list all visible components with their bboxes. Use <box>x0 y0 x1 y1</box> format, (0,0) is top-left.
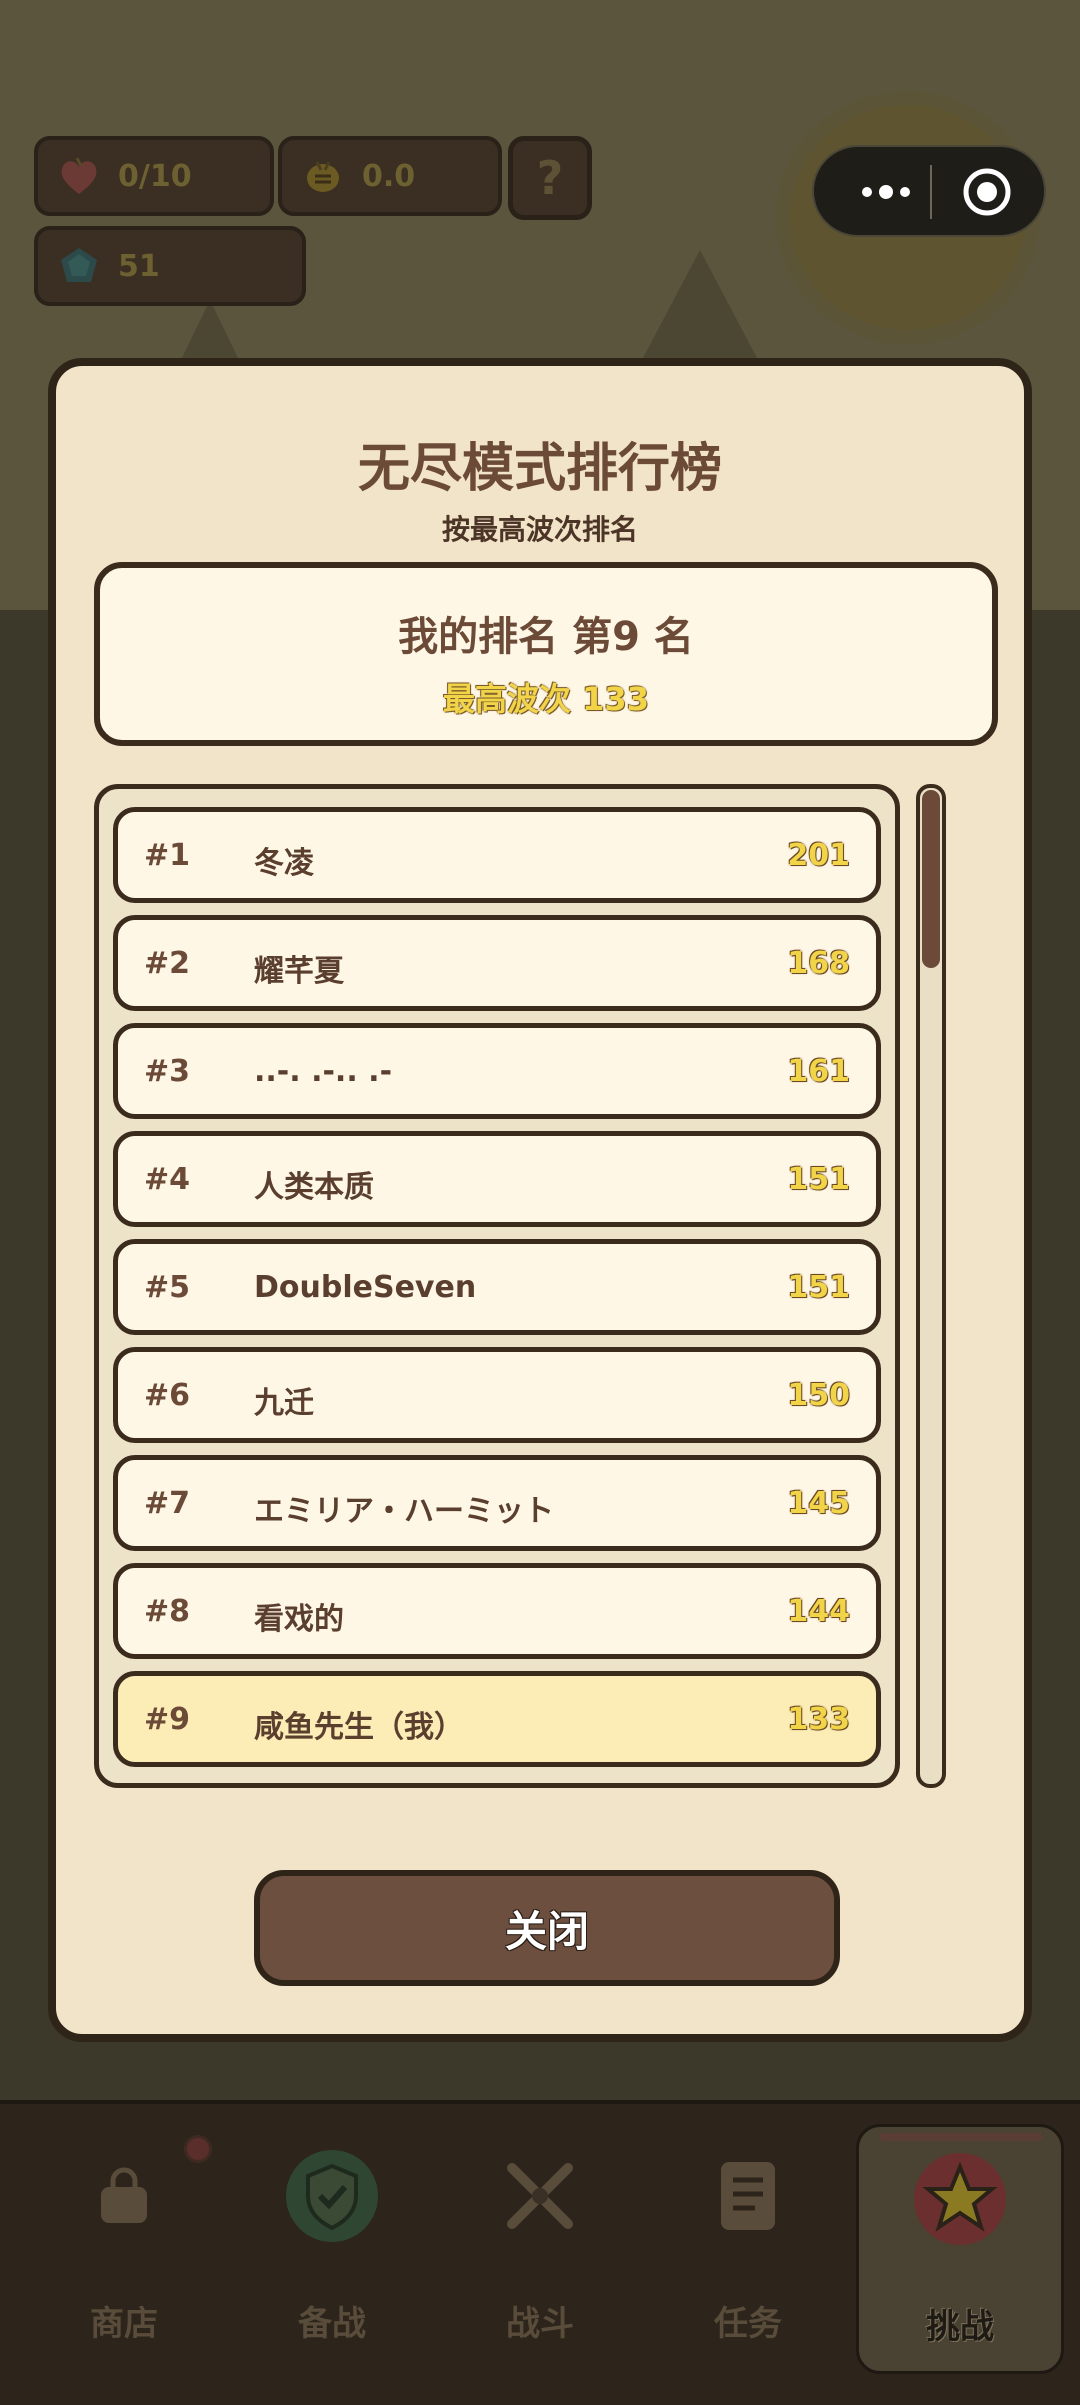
gems-counter: 51 <box>34 226 306 306</box>
more-dots-icon[interactable] <box>846 167 926 217</box>
nav-item-challenge[interactable]: 挑战 <box>856 2124 1064 2374</box>
miniprogram-capsule <box>812 145 1046 237</box>
help-label: ? <box>536 151 564 205</box>
row-rank: #6 <box>144 1378 191 1413</box>
crossed-swords-icon <box>490 2146 590 2246</box>
row-player-name: エミリア・ハーミット <box>254 1494 554 1529</box>
hearts-counter: 0/10 <box>34 136 274 216</box>
row-rank: #4 <box>144 1162 191 1197</box>
row-rank: #3 <box>144 1054 191 1089</box>
task-list-icon <box>698 2146 798 2246</box>
row-player-name: 人类本质 <box>254 1170 374 1205</box>
nav-label-prepare: 备战 <box>298 2304 366 2344</box>
nav-label-tasks: 任务 <box>714 2304 782 2344</box>
close-button[interactable]: 关闭 <box>254 1870 840 1986</box>
leaderboard-row: #7 エミリア・ハーミット 145 <box>113 1455 881 1551</box>
row-rank: #7 <box>144 1486 191 1521</box>
row-rank: #1 <box>144 838 191 873</box>
hearts-value: 0/10 <box>118 158 192 194</box>
row-score: 133 <box>787 1702 850 1737</box>
leaderboard-modal: 无尽模式排行榜 按最高波次排名 我的排名 第9 名 最高波次 133 #1 冬凌… <box>48 358 1032 2042</box>
active-indicator <box>879 2133 1043 2141</box>
my-rank-card: 我的排名 第9 名 最高波次 133 <box>94 562 998 746</box>
nav-item-battle[interactable]: 战斗 <box>436 2124 644 2374</box>
heart-icon <box>56 153 102 199</box>
nav-label-shop: 商店 <box>90 2304 158 2344</box>
leaderboard-row: #4 人类本质 151 <box>113 1131 881 1227</box>
row-rank: #9 <box>144 1702 191 1737</box>
my-rank-text: 我的排名 第9 名 <box>398 614 694 660</box>
scrollbar-thumb[interactable] <box>922 790 940 968</box>
shop-bag-icon <box>74 2146 174 2246</box>
leaderboard-row: #1 冬凌 201 <box>113 807 881 903</box>
leaderboard-row-me: #9 咸鱼先生（我） 133 <box>113 1671 881 1767</box>
coins-value: 0.0 <box>362 158 416 194</box>
shield-check-icon <box>282 2146 382 2246</box>
modal-subtitle: 按最高波次排名 <box>441 513 638 546</box>
bottom-nav: 商店 备战 战斗 任务 挑战 <box>0 2100 1080 2405</box>
row-player-name: 九迁 <box>254 1386 314 1421</box>
nav-item-shop[interactable]: 商店 <box>20 2124 228 2374</box>
leaderboard-row: #2 耀芊夏 168 <box>113 915 881 1011</box>
nav-label-battle: 战斗 <box>506 2304 574 2344</box>
leaderboard-scrollbar[interactable] <box>916 784 946 1788</box>
gem-icon <box>56 243 102 289</box>
row-score: 151 <box>787 1270 850 1305</box>
notification-dot <box>187 2138 209 2160</box>
row-rank: #2 <box>144 946 191 981</box>
row-score: 201 <box>787 838 850 873</box>
nav-item-tasks[interactable]: 任务 <box>644 2124 852 2374</box>
leaderboard-list[interactable]: #1 冬凌 201 #2 耀芊夏 168 #3 ..-. .-.. .- 161… <box>94 784 900 1788</box>
row-rank: #8 <box>144 1594 191 1629</box>
my-best-wave: 最高波次 133 <box>443 680 649 718</box>
leaderboard-row: #6 九迁 150 <box>113 1347 881 1443</box>
row-player-name: 冬凌 <box>254 846 314 881</box>
row-score: 161 <box>787 1054 850 1089</box>
record-circle-icon[interactable] <box>962 167 1012 217</box>
bee-coin-icon <box>300 153 346 199</box>
row-player-name: 耀芊夏 <box>254 954 344 989</box>
row-score: 168 <box>787 946 850 981</box>
leaderboard-row: #5 DoubleSeven 151 <box>113 1239 881 1335</box>
row-player-name: ..-. .-.. .- <box>254 1054 393 1089</box>
row-player-name: 咸鱼先生（我） <box>254 1710 464 1745</box>
capsule-divider <box>930 165 932 219</box>
row-score: 144 <box>787 1594 850 1629</box>
nav-item-prepare[interactable]: 备战 <box>228 2124 436 2374</box>
row-player-name: DoubleSeven <box>254 1270 477 1305</box>
coins-counter: 0.0 <box>278 136 502 216</box>
nav-label-challenge: 挑战 <box>926 2307 994 2347</box>
row-score: 151 <box>787 1162 850 1197</box>
row-score: 150 <box>787 1378 850 1413</box>
leaderboard-row: #3 ..-. .-.. .- 161 <box>113 1023 881 1119</box>
modal-title: 无尽模式排行榜 <box>357 439 722 499</box>
gems-value: 51 <box>118 248 160 284</box>
star-icon <box>910 2149 1010 2249</box>
help-button[interactable]: ? <box>508 136 592 220</box>
row-player-name: 看戏的 <box>254 1602 344 1637</box>
leaderboard-row: #8 看戏的 144 <box>113 1563 881 1659</box>
row-score: 145 <box>787 1486 850 1521</box>
row-rank: #5 <box>144 1270 191 1305</box>
